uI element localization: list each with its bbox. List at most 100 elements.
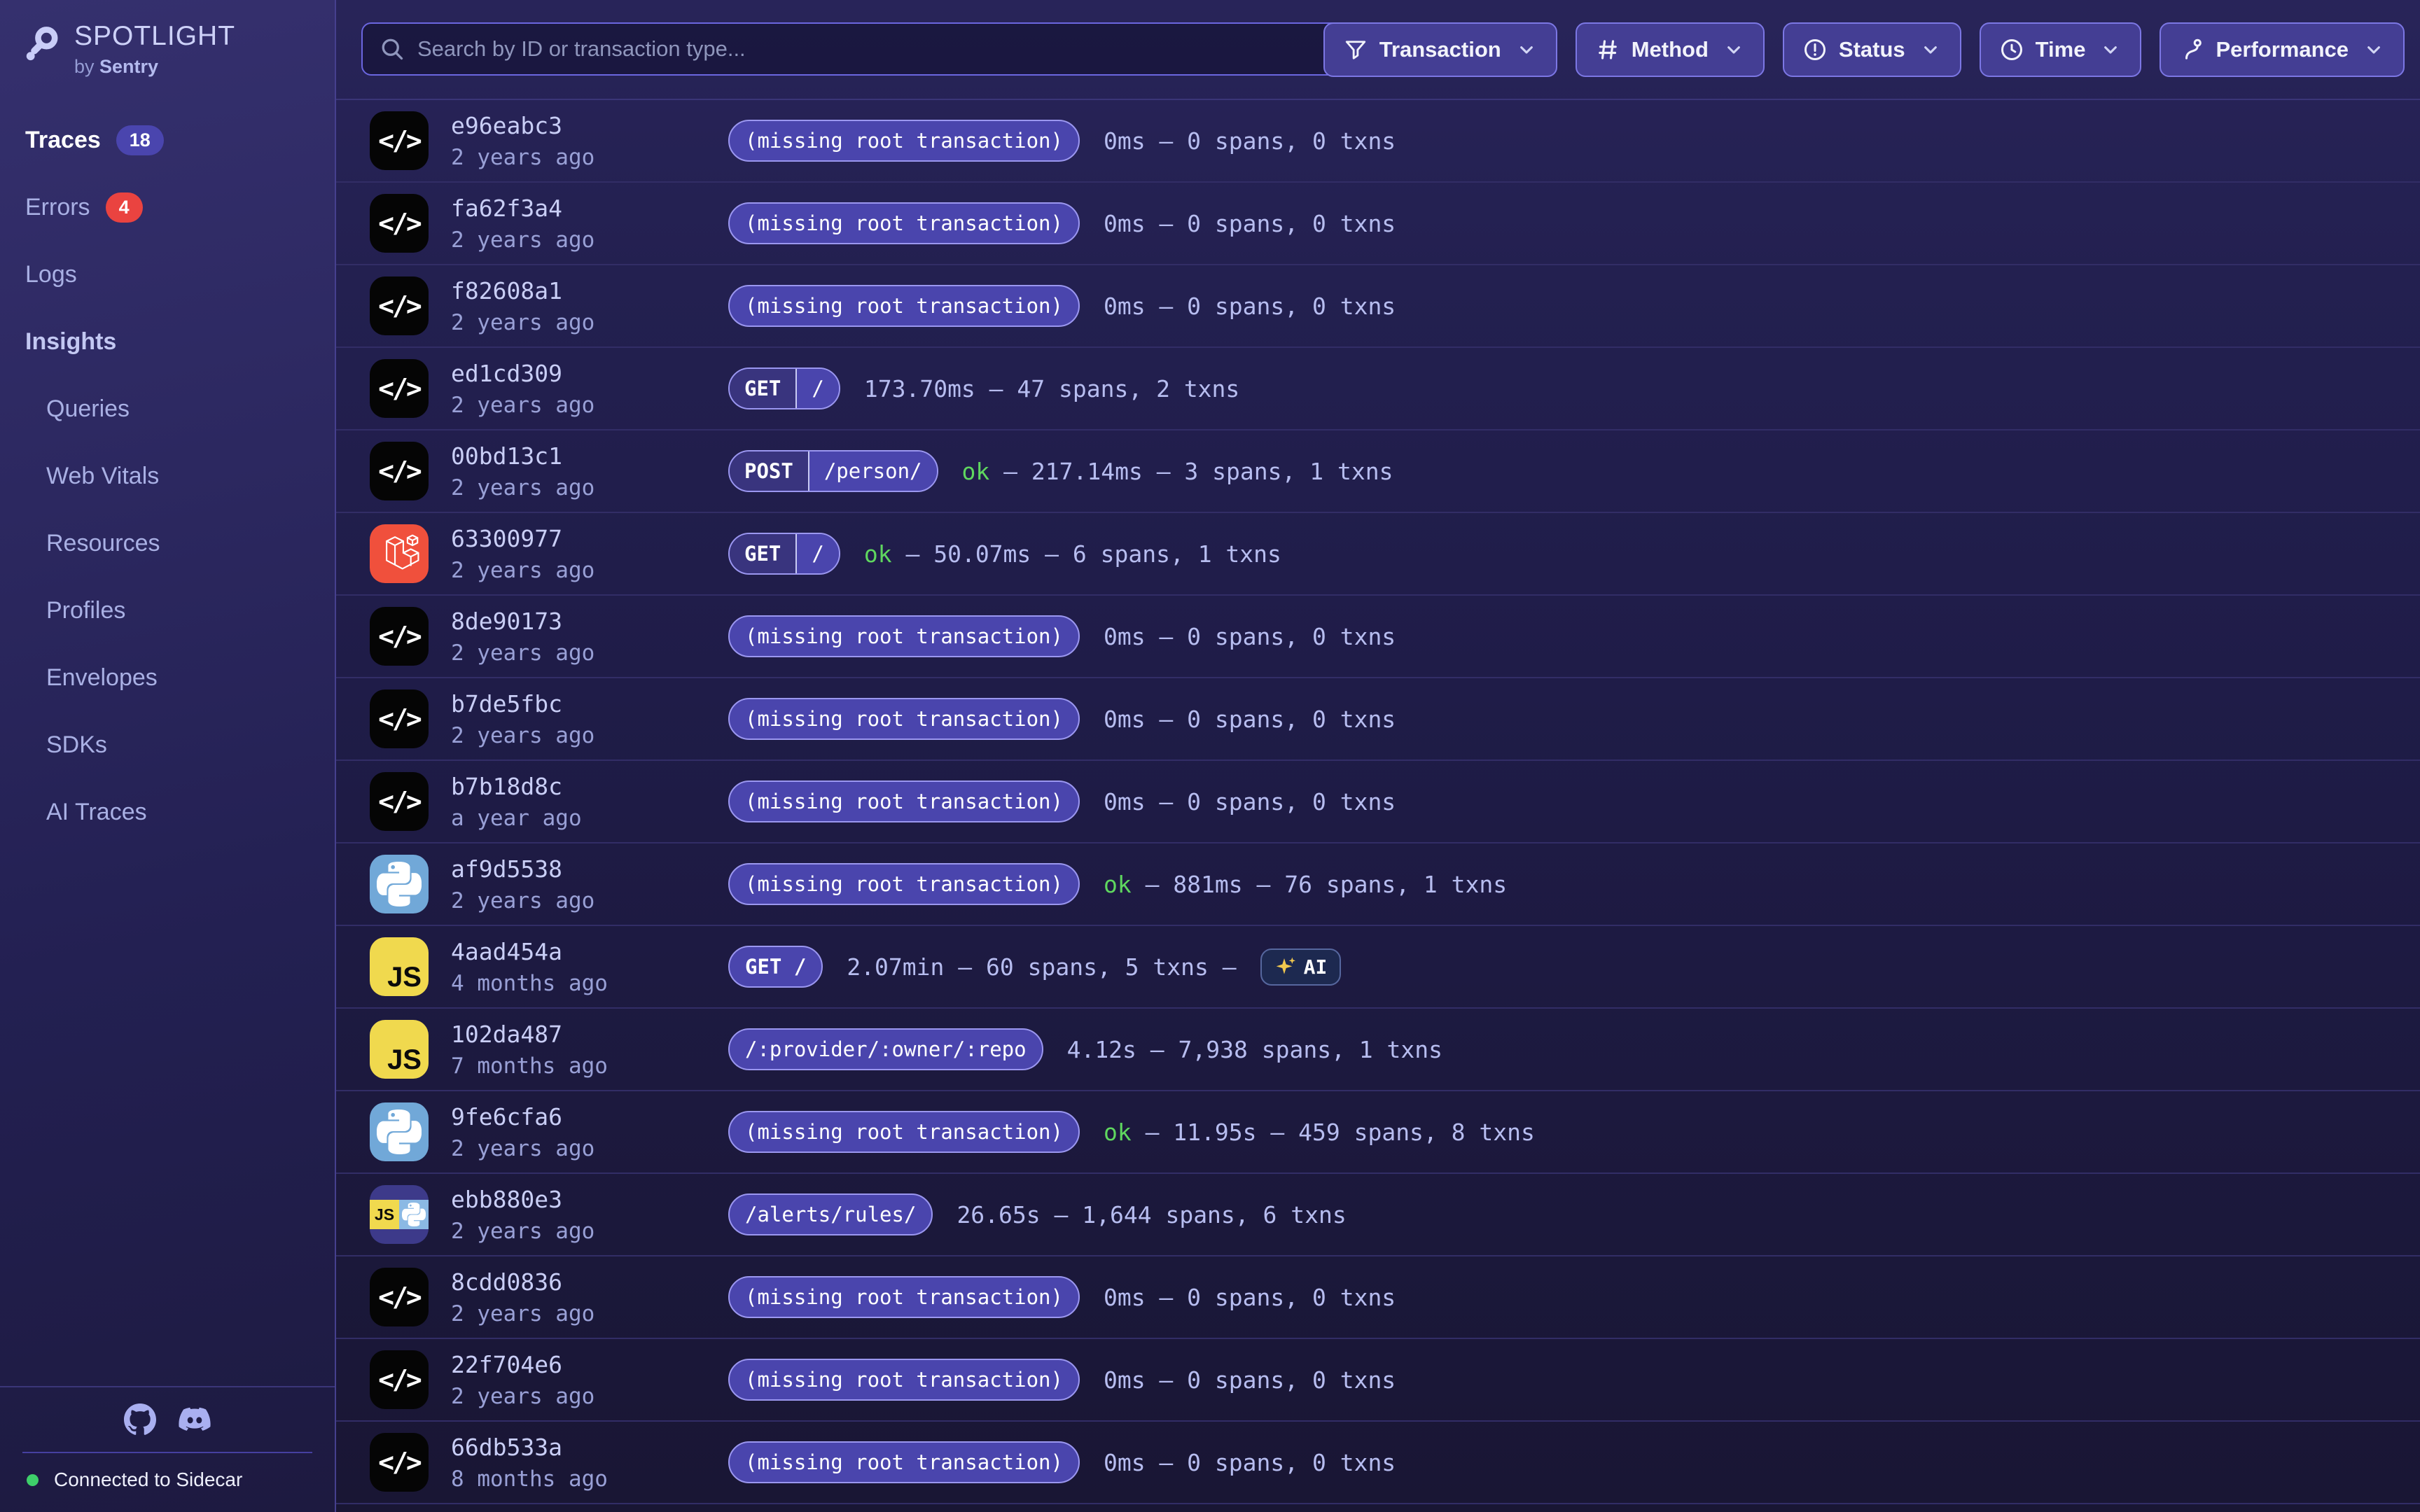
sidebar: SPOTLIGHT by Sentry Traces18Errors4LogsI…	[0, 0, 336, 1512]
filter-button-performance[interactable]: Performance	[2160, 22, 2405, 77]
trace-row[interactable]: JS102da4877 months ago/:provider/:owner/…	[336, 1009, 2420, 1091]
sidebar-item-insights[interactable]: Insights	[0, 308, 335, 375]
route-path: /	[795, 369, 838, 408]
sidebar-item-label: Queries	[46, 396, 130, 423]
sidebar-item-errors[interactable]: Errors 4	[0, 174, 335, 241]
trace-row[interactable]: </>8de901732 years ago(missing root tran…	[336, 596, 2420, 678]
trace-stats: ok — 881ms — 76 spans, 1 txns	[1104, 871, 1507, 898]
hash-icon	[1595, 37, 1620, 62]
sidebar-item-sdks[interactable]: SDKs	[0, 711, 335, 778]
trace-row[interactable]: </>b7b18d8ca year ago(missing root trans…	[336, 761, 2420, 844]
count-badge: 4	[106, 192, 143, 223]
http-method: GET	[730, 534, 795, 573]
trace-row[interactable]: 633009772 years agoGET/ok — 50.07ms — 6 …	[336, 513, 2420, 596]
code-icon: </>	[370, 607, 429, 666]
filter-button-transaction[interactable]: Transaction	[1323, 22, 1557, 77]
trace-age: 4 months ago	[451, 971, 728, 996]
sidebar-item-logs[interactable]: Logs	[0, 241, 335, 308]
javascript-python-icon: JS	[370, 1185, 429, 1244]
route-badge: GET /	[728, 946, 823, 988]
topbar: Transaction Method Status Time Performance	[336, 0, 2420, 100]
discord-icon[interactable]	[179, 1404, 211, 1436]
code-icon: </>	[370, 442, 429, 500]
missing-root-badge: (missing root transaction)	[728, 1276, 1080, 1318]
missing-root-badge: (missing root transaction)	[728, 120, 1080, 162]
missing-root-badge: (missing root transaction)	[728, 780, 1080, 822]
filter-label: Method	[1632, 37, 1709, 62]
trace-age: 2 years ago	[451, 558, 728, 583]
code-icon: </>	[370, 772, 429, 831]
trace-row[interactable]: JSebb880e32 years ago/alerts/rules/26.65…	[336, 1174, 2420, 1256]
trace-row[interactable]: </>b7de5fbc2 years ago(missing root tran…	[336, 678, 2420, 761]
filter-label: Performance	[2216, 37, 2349, 62]
trace-stats: 0ms — 0 spans, 0 txns	[1104, 293, 1396, 320]
trace-id: 8de90173	[451, 608, 728, 635]
sidecar-status: Connected to Sidecar	[0, 1453, 335, 1506]
code-icon: </>	[370, 1433, 429, 1492]
trace-row[interactable]: 9fe6cfa62 years ago(missing root transac…	[336, 1091, 2420, 1174]
trace-id: 4aad454a	[451, 938, 728, 965]
trace-stats: 0ms — 0 spans, 0 txns	[1104, 706, 1396, 733]
javascript-icon: JS	[370, 937, 429, 996]
trace-row[interactable]: </>e96eabc32 years ago(missing root tran…	[336, 100, 2420, 183]
trace-stats: ok — 217.14ms — 3 spans, 1 txns	[962, 458, 1393, 485]
trace-row[interactable]: </>66db533a8 months ago(missing root tra…	[336, 1422, 2420, 1504]
trace-age: 2 years ago	[451, 475, 728, 500]
filter-button-method[interactable]: Method	[1576, 22, 1765, 77]
sidebar-item-envelopes[interactable]: Envelopes	[0, 644, 335, 711]
connected-label: Connected to Sidecar	[54, 1469, 242, 1491]
trace-age: 2 years ago	[451, 723, 728, 748]
chevron-down-icon	[1723, 38, 1745, 61]
trace-age: 2 years ago	[451, 1301, 728, 1326]
sidebar-item-traces[interactable]: Traces18	[0, 106, 335, 174]
trace-age: 2 years ago	[451, 1219, 728, 1244]
trace-age: 2 years ago	[451, 227, 728, 253]
trace-row[interactable]: </>22f704e62 years ago(missing root tran…	[336, 1339, 2420, 1422]
route-badge: /:provider/:owner/:repo	[728, 1028, 1043, 1070]
trace-id: 102da487	[451, 1021, 728, 1048]
trace-id: e96eabc3	[451, 112, 728, 139]
laravel-icon	[370, 524, 429, 583]
route-path: /person/	[808, 451, 937, 491]
trace-id: 9fe6cfa6	[451, 1103, 728, 1130]
filter-button-time[interactable]: Time	[1980, 22, 2142, 77]
filter-button-status[interactable]: Status	[1783, 22, 1961, 77]
javascript-icon: JS	[370, 1020, 429, 1079]
sidebar-item-profiles[interactable]: Profiles	[0, 577, 335, 644]
sidebar-item-web-vitals[interactable]: Web Vitals	[0, 442, 335, 510]
trace-stats: ok — 11.95s — 459 spans, 8 txns	[1104, 1119, 1535, 1146]
trace-id: f82608a1	[451, 277, 728, 304]
trace-stats: 4.12s — 7,938 spans, 1 txns	[1067, 1036, 1442, 1063]
trace-stats: 0ms — 0 spans, 0 txns	[1104, 788, 1396, 816]
trace-stats: 0ms — 0 spans, 0 txns	[1104, 1284, 1396, 1311]
chevron-down-icon	[2363, 38, 2385, 61]
trace-row[interactable]: </>00bd13c12 years agoPOST/person/ok — 2…	[336, 430, 2420, 513]
funnel-icon	[1343, 37, 1368, 62]
filter-label: Status	[1839, 37, 1905, 62]
trace-row[interactable]: </>f82608a12 years ago(missing root tran…	[336, 265, 2420, 348]
trace-row[interactable]: </>8cdd08362 years ago(missing root tran…	[336, 1256, 2420, 1339]
trace-row[interactable]: </>ed1cd3092 years agoGET/173.70ms — 47 …	[336, 348, 2420, 430]
code-icon: </>	[370, 194, 429, 253]
missing-root-badge: (missing root transaction)	[728, 698, 1080, 740]
trace-row[interactable]: </>fa62f3a42 years ago(missing root tran…	[336, 183, 2420, 265]
missing-root-badge: (missing root transaction)	[728, 615, 1080, 657]
search-bar	[361, 22, 1364, 76]
sidebar-item-label: Web Vitals	[46, 463, 159, 490]
method-badge: POST/person/	[728, 450, 938, 492]
trace-row[interactable]: af9d55382 years ago(missing root transac…	[336, 844, 2420, 926]
trace-row[interactable]: JS4aad454a4 months agoGET /2.07min — 60 …	[336, 926, 2420, 1009]
sidebar-item-label: Errors	[25, 194, 90, 221]
sidebar-item-queries[interactable]: Queries	[0, 375, 335, 442]
github-icon[interactable]	[124, 1404, 156, 1436]
sidebar-item-ai-traces[interactable]: AI Traces	[0, 778, 335, 846]
clock-icon	[1999, 37, 2024, 62]
sidebar-item-label: Insights	[25, 328, 116, 356]
trace-id: b7b18d8c	[451, 773, 728, 800]
filter-buttons: Transaction Method Status Time Performance	[1323, 22, 2405, 77]
sidebar-item-resources[interactable]: Resources	[0, 510, 335, 577]
python-icon	[399, 1200, 429, 1229]
search-input[interactable]	[417, 36, 1346, 62]
status-ok: ok	[962, 458, 990, 485]
python-icon	[370, 1102, 429, 1161]
